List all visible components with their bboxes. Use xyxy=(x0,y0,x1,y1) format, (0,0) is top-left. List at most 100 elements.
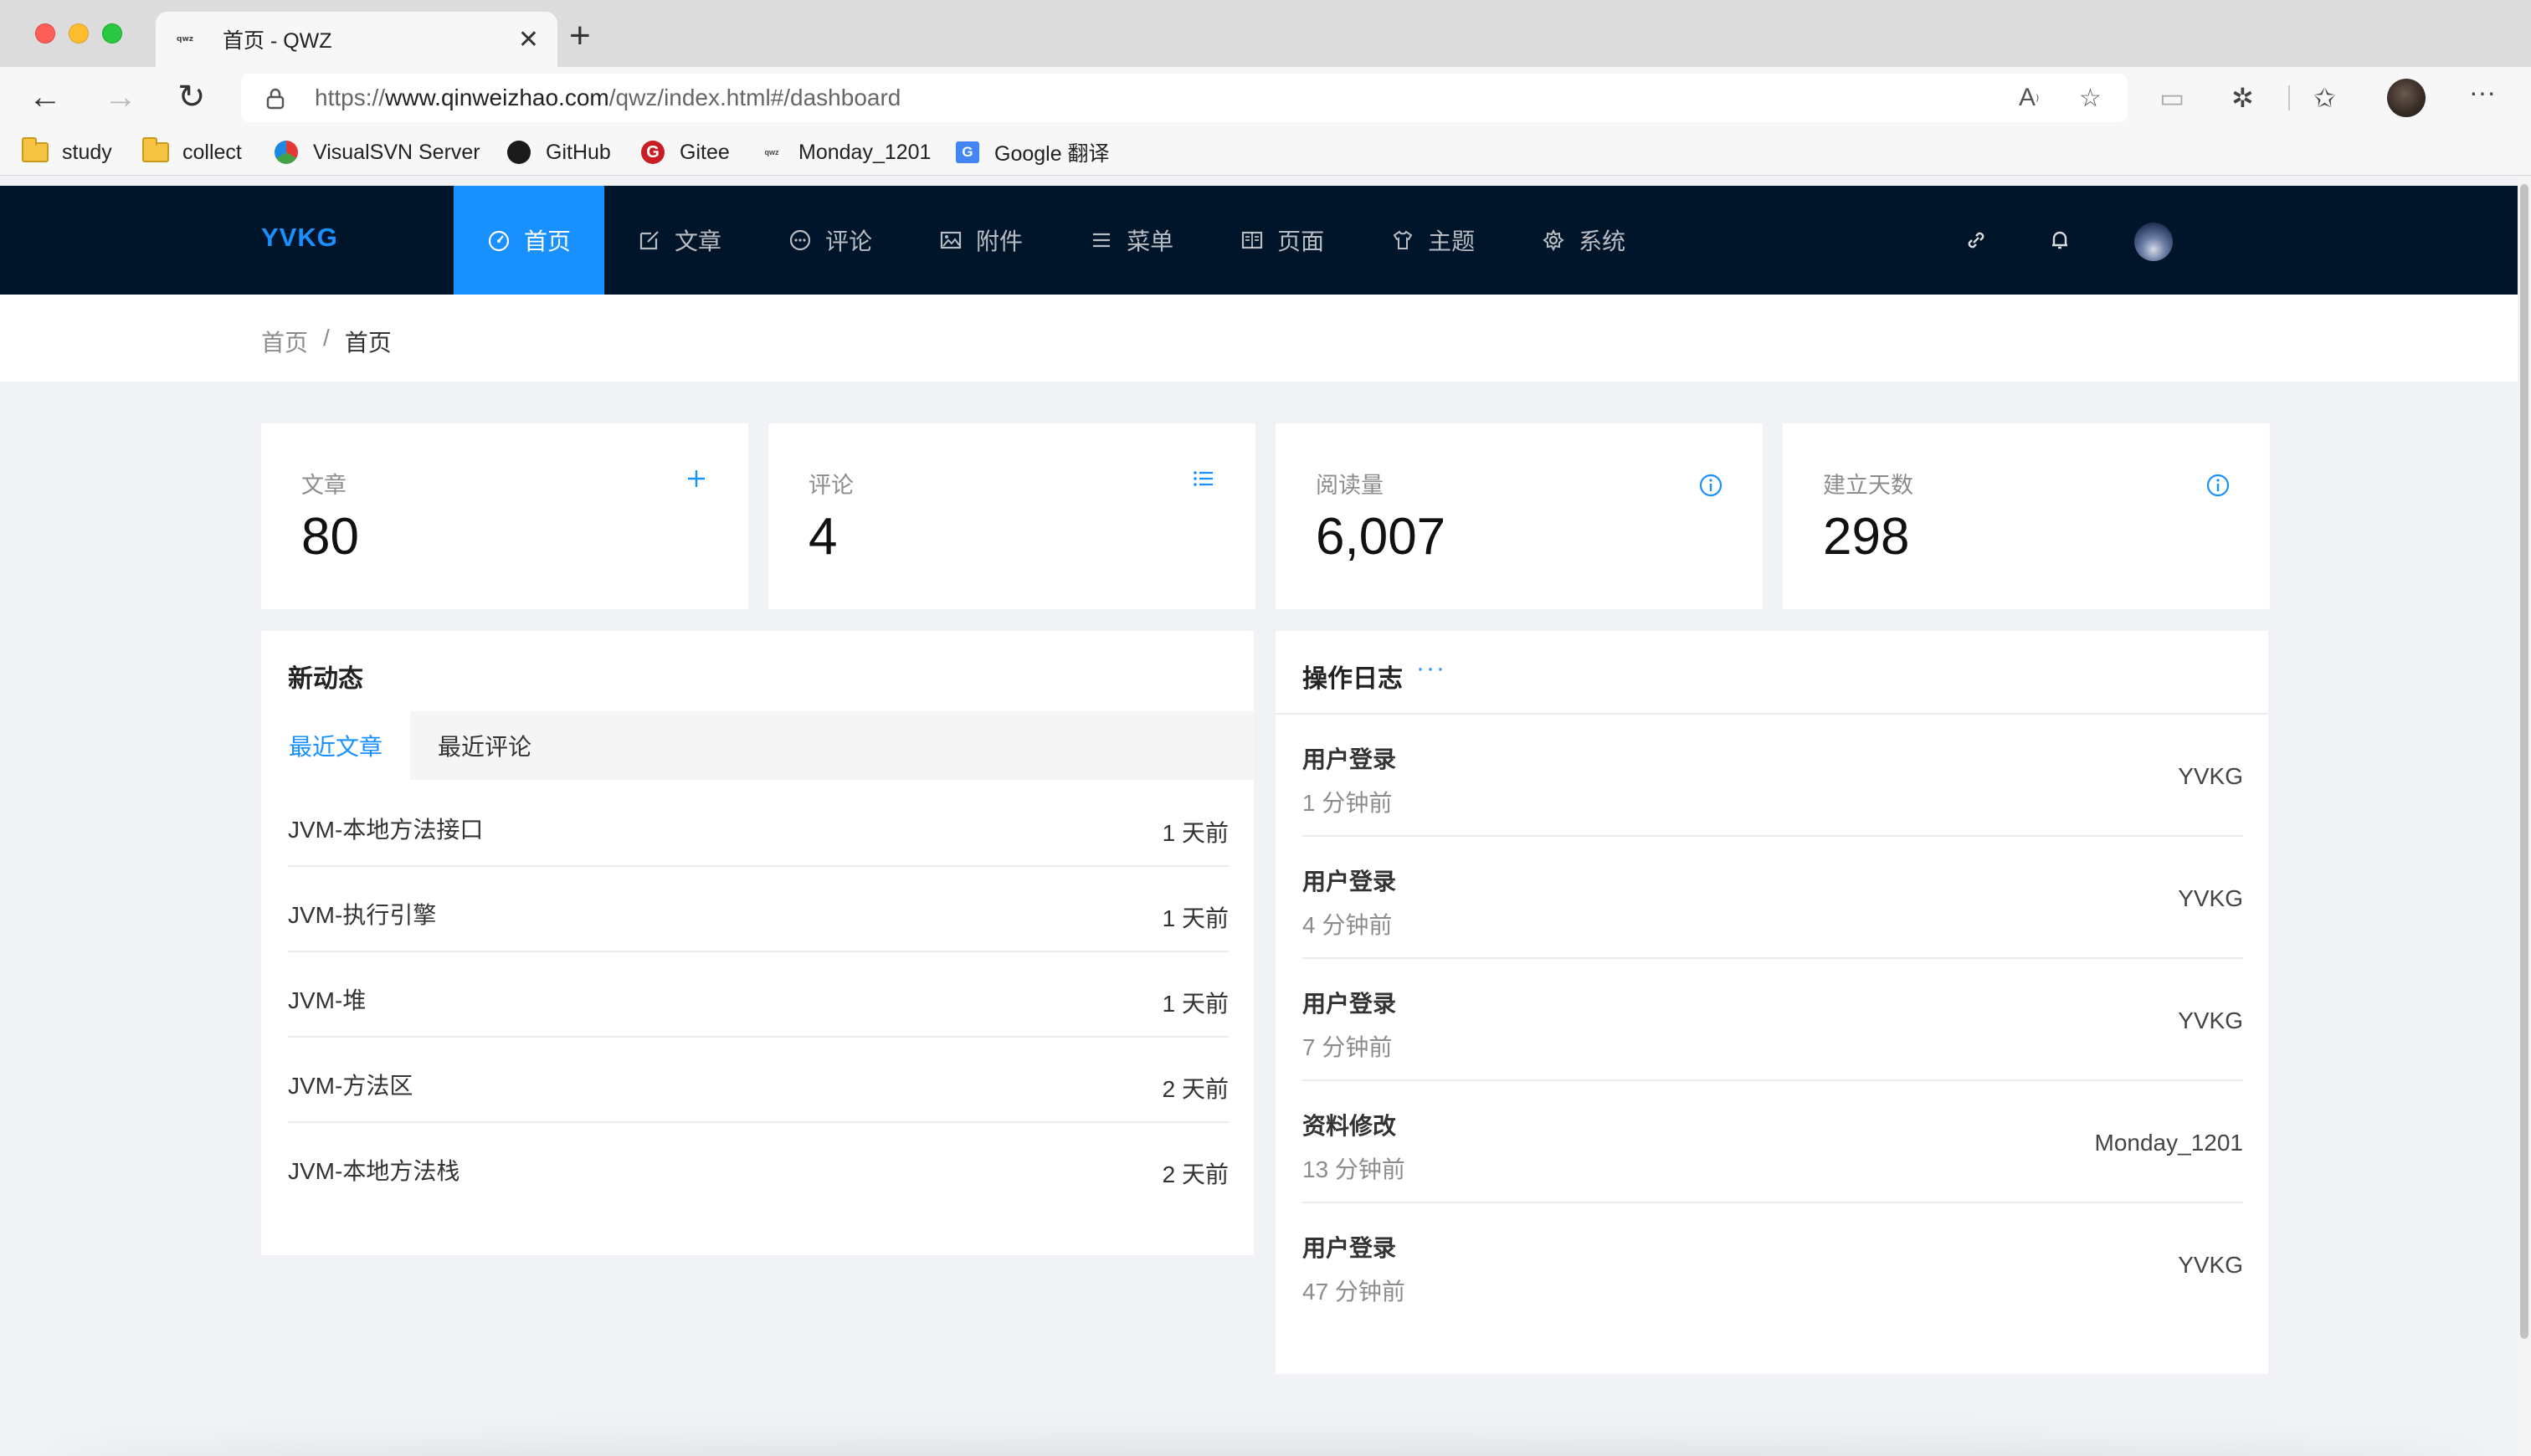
cast-icon[interactable]: ▭ xyxy=(2159,82,2184,114)
bell-icon[interactable] xyxy=(2046,226,2074,254)
plus-icon[interactable] xyxy=(685,467,708,490)
tab-recent-posts[interactable]: 最近文章 xyxy=(261,711,410,780)
tab-recent-comments[interactable]: 最近评论 xyxy=(410,711,559,780)
address-bar[interactable]: https://www.qinweizhao.com/qwz/index.htm… xyxy=(241,74,2128,122)
log-item: 用户登录 1 分钟前 YVKG xyxy=(1302,715,2243,837)
more-menu-icon[interactable]: ··· xyxy=(2469,77,2496,108)
user-avatar[interactable] xyxy=(2134,223,2173,261)
url-text[interactable]: https://www.qinweizhao.com/qwz/index.htm… xyxy=(315,85,901,111)
read-aloud-icon[interactable]: A⁾ xyxy=(2019,84,2039,112)
github-icon xyxy=(506,141,532,164)
info-icon[interactable] xyxy=(2206,474,2230,497)
stat-title: 建立天数 xyxy=(1823,473,1913,498)
lock-icon[interactable] xyxy=(266,88,285,110)
browser-tabbar: qwz 首页 - QWZ ✕ + xyxy=(0,0,2531,67)
list-item[interactable]: JVM-堆 1 天前 xyxy=(288,952,1229,1038)
scrollbar-thumb[interactable] xyxy=(2520,184,2528,1339)
menu-item-menus[interactable]: 菜单 xyxy=(1056,186,1207,295)
favorite-add-icon[interactable]: ☆ xyxy=(2079,84,2102,113)
bookmark-google-translate[interactable]: G Google 翻译 xyxy=(954,139,1110,166)
log-time: 7 分钟前 xyxy=(1302,1034,1393,1060)
main-menu: 首页 文章 评论 附件 菜单 页面 主题 系统 xyxy=(454,186,1659,295)
bookmark-study[interactable]: study xyxy=(22,137,112,166)
log-time: 1 分钟前 xyxy=(1302,790,1393,816)
breadcrumb-root[interactable]: 首页 xyxy=(261,325,308,358)
post-title[interactable]: JVM-堆 xyxy=(288,982,366,1016)
forward-arrow-icon[interactable]: → xyxy=(104,79,137,115)
breadcrumb-bar: 首页 / 首页 xyxy=(0,295,2518,382)
web-page: YVKG 首页 文章 评论 附件 菜单 页面 主题 系统 首页 / 首页 文章 … xyxy=(0,176,2518,1456)
window-close-button[interactable] xyxy=(35,23,55,44)
top-navigation: YVKG 首页 文章 评论 附件 菜单 页面 主题 系统 xyxy=(0,186,2518,295)
more-dots-icon[interactable]: ··· xyxy=(1416,654,1446,683)
log-item: 用户登录 7 分钟前 YVKG xyxy=(1302,959,2243,1081)
log-item: 用户登录 47 分钟前 YVKG xyxy=(1302,1203,2243,1325)
browser-toolbar: ← → ↻ https://www.qinweizhao.com/qwz/ind… xyxy=(0,67,2531,129)
list-item[interactable]: JVM-本地方法接口 1 天前 xyxy=(288,782,1229,867)
post-title[interactable]: JVM-方法区 xyxy=(288,1068,413,1101)
tab-title: 首页 - QWZ xyxy=(223,29,332,53)
log-action: 资料修改 xyxy=(1302,1113,1397,1139)
post-title[interactable]: JVM-本地方法接口 xyxy=(288,812,483,845)
folder-icon xyxy=(142,137,169,164)
skin-icon xyxy=(1391,228,1414,252)
extensions-icon[interactable]: ✲ xyxy=(2231,82,2254,114)
post-title[interactable]: JVM-本地方法栈 xyxy=(288,1153,459,1187)
visualsvn-icon xyxy=(273,141,300,164)
window-shadow xyxy=(50,1439,2477,1456)
favorites-icon[interactable]: ✩ xyxy=(2313,82,2336,114)
bookmark-visualsvn[interactable]: VisualSVN Server xyxy=(273,139,480,166)
operation-log-panel: 操作日志 ··· 用户登录 1 分钟前 YVKG 用户登录 4 分钟前 YVKG… xyxy=(1276,631,2268,1374)
menu-item-themes[interactable]: 主题 xyxy=(1358,186,1508,295)
list-item[interactable]: JVM-方法区 2 天前 xyxy=(288,1038,1229,1123)
window-zoom-button[interactable] xyxy=(102,23,122,44)
back-arrow-icon[interactable]: ← xyxy=(28,79,62,115)
log-action: 用户登录 xyxy=(1302,869,1397,895)
post-time: 1 天前 xyxy=(1162,991,1229,1017)
menu-item-dashboard[interactable]: 首页 xyxy=(454,186,605,295)
bookmark-collect[interactable]: collect xyxy=(142,137,242,166)
stat-title: 评论 xyxy=(809,473,854,498)
menu-item-system[interactable]: 系统 xyxy=(1508,186,1659,295)
menu-item-posts[interactable]: 文章 xyxy=(604,186,755,295)
log-action: 用户登录 xyxy=(1302,1235,1397,1261)
book-icon xyxy=(1240,228,1264,252)
list-item[interactable]: JVM-本地方法栈 2 天前 xyxy=(288,1123,1229,1208)
post-time: 2 天前 xyxy=(1162,1076,1229,1102)
list-icon[interactable] xyxy=(1192,467,1215,490)
activity-tabs: 最近文章 最近评论 xyxy=(261,711,1254,780)
setting-icon xyxy=(1542,228,1565,252)
brand-logo[interactable]: YVKG xyxy=(261,223,338,253)
browser-tab[interactable]: qwz 首页 - QWZ ✕ xyxy=(156,12,557,67)
dashboard-icon xyxy=(487,228,511,252)
menu-item-pages[interactable]: 页面 xyxy=(1207,186,1358,295)
google-translate-icon: G xyxy=(954,141,981,164)
breadcrumb-separator: / xyxy=(323,325,330,351)
log-user: YVKG xyxy=(2178,885,2243,911)
post-time: 1 天前 xyxy=(1162,905,1229,931)
menu-item-comments[interactable]: 评论 xyxy=(755,186,906,295)
window-minimize-button[interactable] xyxy=(69,23,89,44)
post-title[interactable]: JVM-执行引擎 xyxy=(288,897,436,931)
log-user: YVKG xyxy=(2178,1007,2243,1033)
new-tab-button[interactable]: + xyxy=(569,15,591,57)
page-scrollbar[interactable] xyxy=(2518,176,2531,1456)
bookmark-github[interactable]: GitHub xyxy=(506,139,611,166)
bookmark-monday[interactable]: qwz Monday_1201 xyxy=(758,139,932,166)
tab-close-icon[interactable]: ✕ xyxy=(518,25,539,54)
picture-icon xyxy=(939,228,963,252)
activity-title: 新动态 xyxy=(288,665,363,693)
link-icon[interactable] xyxy=(1962,226,1990,254)
stat-title: 文章 xyxy=(301,473,347,498)
menu-item-attachments[interactable]: 附件 xyxy=(906,186,1056,295)
list-item[interactable]: JVM-执行引擎 1 天前 xyxy=(288,867,1229,952)
log-action: 用户登录 xyxy=(1302,746,1397,772)
info-icon[interactable] xyxy=(1699,474,1722,497)
reload-icon[interactable]: ↻ xyxy=(177,79,206,115)
folder-icon xyxy=(22,137,49,164)
comment-icon xyxy=(788,228,812,252)
log-title: 操作日志 xyxy=(1302,665,1403,693)
bookmark-gitee[interactable]: G Gitee xyxy=(639,139,730,166)
breadcrumb-current: 首页 xyxy=(344,330,392,356)
profile-avatar[interactable] xyxy=(2387,79,2426,117)
